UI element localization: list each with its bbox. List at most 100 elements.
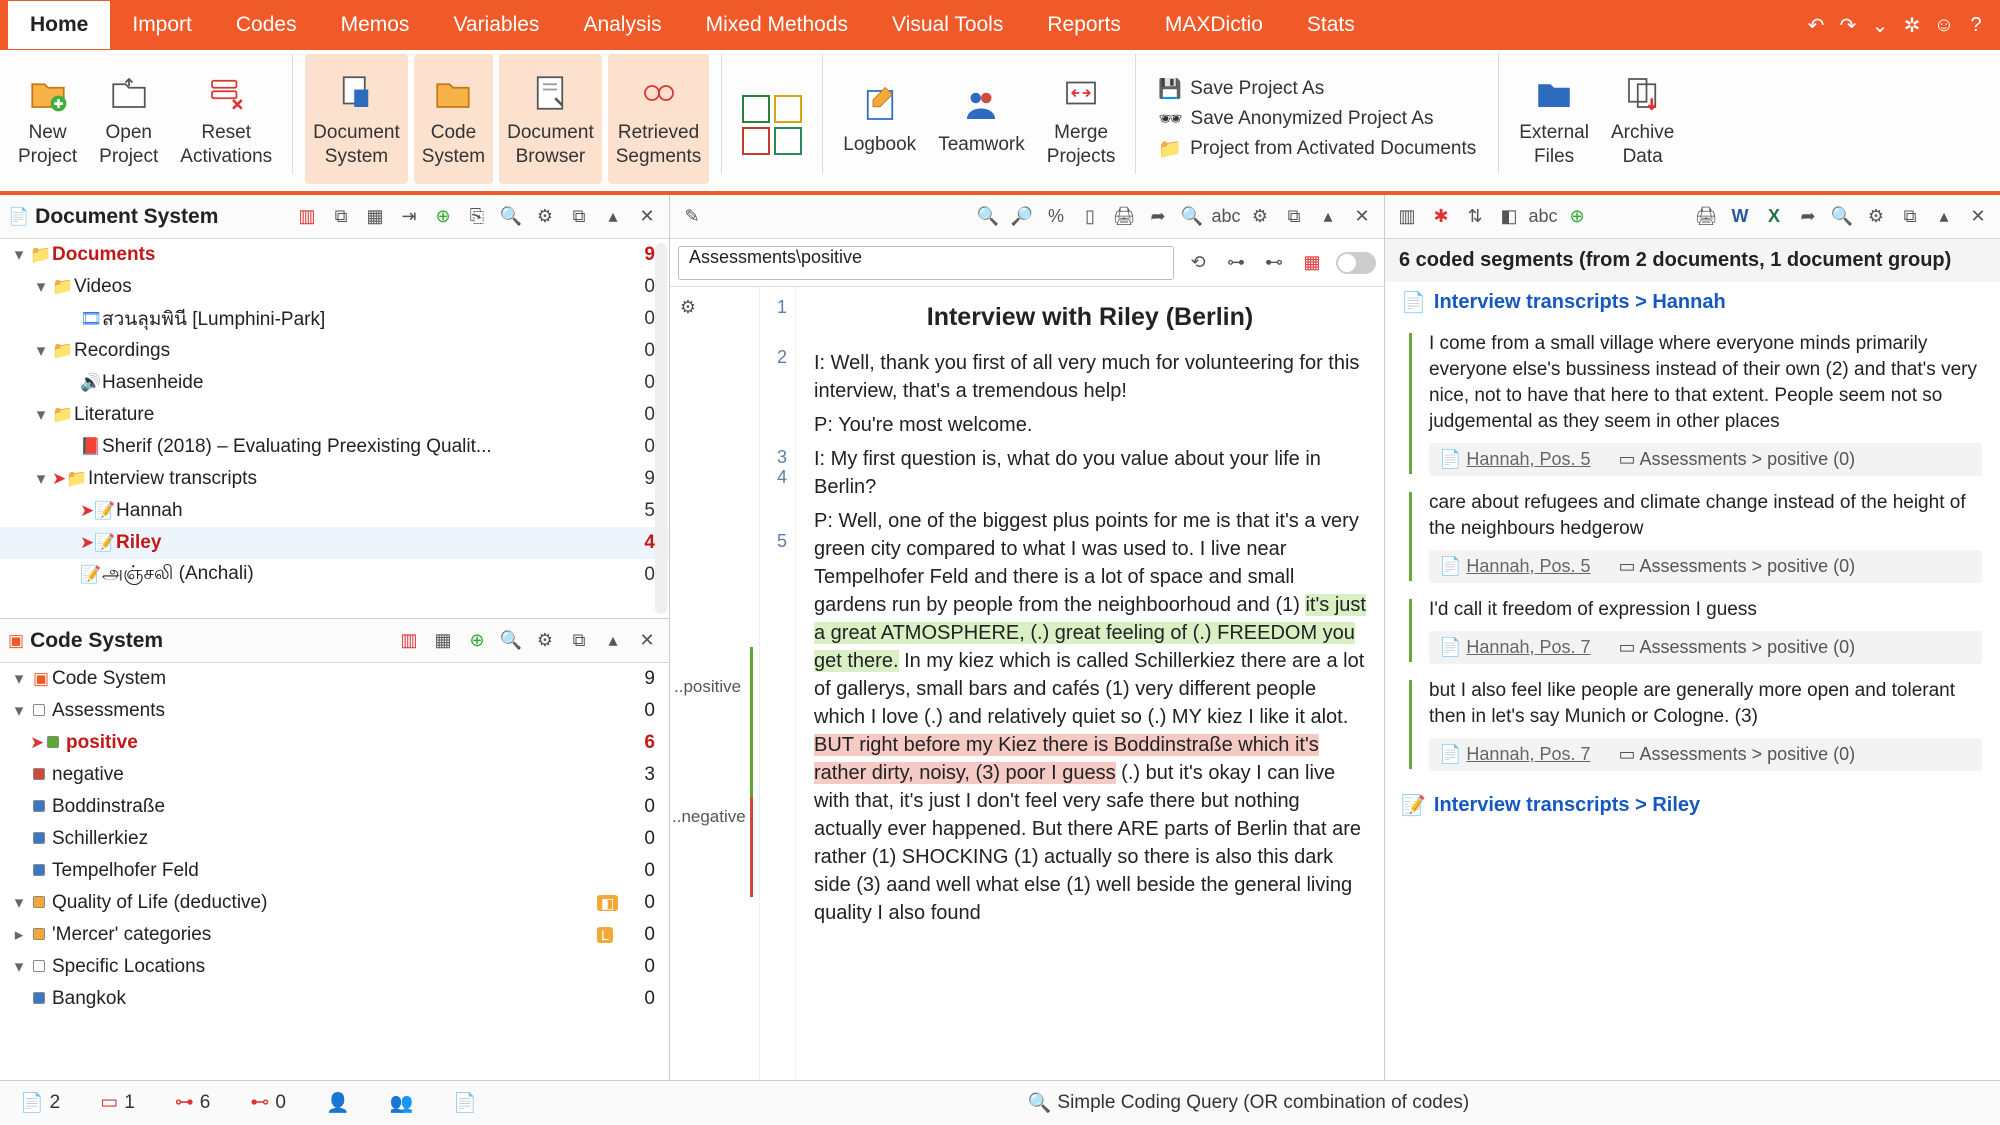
- gear-icon[interactable]: ✲: [1896, 13, 1928, 38]
- retrieved-segment[interactable]: care about refugees and climate change i…: [1429, 490, 1982, 583]
- doc-toolbar-icon[interactable]: ⧉: [327, 203, 355, 231]
- menu-tab-mixed[interactable]: Mixed Methods: [684, 1, 870, 49]
- collapse-icon[interactable]: ▴: [599, 203, 627, 231]
- seg-toolbar-icon[interactable]: ◧: [1495, 203, 1523, 231]
- retrieved-segment[interactable]: I come from a small village where everyo…: [1429, 331, 1982, 476]
- retrieved-segments-list[interactable]: 6 coded segments (from 2 documents, 1 do…: [1385, 239, 2000, 1080]
- document-tree-row[interactable]: 📕Sherif (2018) – Evaluating Preexisting …: [0, 431, 669, 463]
- status-query[interactable]: 🔍Simple Coding Query (OR combination of …: [1028, 1091, 1470, 1115]
- code-tree-row[interactable]: Tempelhofer Feld0: [0, 855, 669, 887]
- scrollbar[interactable]: [655, 243, 667, 614]
- document-tree-row[interactable]: ▾📁Videos0: [0, 271, 669, 303]
- print-icon[interactable]: 🖨: [1692, 203, 1720, 231]
- menu-tab-visual[interactable]: Visual Tools: [870, 1, 1025, 49]
- document-browser-button[interactable]: DocumentBrowser: [499, 54, 602, 184]
- save-anonymized-button[interactable]: 🕶Save Anonymized Project As: [1158, 107, 1476, 131]
- menu-tab-stats[interactable]: Stats: [1285, 1, 1377, 49]
- code-tree-row[interactable]: ▾Quality of Life (deductive)◧0: [0, 887, 669, 919]
- code-tool-icon[interactable]: ⟲: [1184, 249, 1212, 277]
- retrieved-segment[interactable]: but I also feel like people are generall…: [1429, 678, 1982, 771]
- open-project-button[interactable]: OpenProject: [91, 54, 166, 184]
- document-content[interactable]: ⚙ ..positive ..negative 1 2 3 4 5 Interv…: [670, 287, 1384, 1080]
- code-toolbar-icon[interactable]: ▥: [395, 627, 423, 655]
- code-tree-row[interactable]: negative3: [0, 759, 669, 791]
- code-tree-row[interactable]: ➤positive6: [0, 727, 669, 759]
- print-icon[interactable]: 🖨: [1110, 203, 1138, 231]
- undock-icon[interactable]: ⧉: [565, 203, 593, 231]
- close-icon[interactable]: ✕: [1964, 203, 1992, 231]
- zoom-icon[interactable]: 🔎: [1008, 203, 1036, 231]
- menu-tab-import[interactable]: Import: [110, 1, 214, 49]
- menu-tab-codes[interactable]: Codes: [214, 1, 319, 49]
- merge-projects-button[interactable]: MergeProjects: [1039, 54, 1124, 184]
- document-text[interactable]: Interview with Riley (Berlin) I: Well, t…: [796, 287, 1384, 1080]
- code-tool-icon[interactable]: ⊶: [1222, 249, 1250, 277]
- code-label-negative[interactable]: ..negative: [672, 807, 746, 827]
- menu-tab-reports[interactable]: Reports: [1025, 1, 1143, 49]
- retrieved-segments-button[interactable]: RetrievedSegments: [608, 54, 710, 184]
- reset-activations-button[interactable]: ResetActivations: [172, 54, 280, 184]
- close-icon[interactable]: ✕: [633, 627, 661, 655]
- code-tree-row[interactable]: ▾Assessments0: [0, 695, 669, 727]
- doc-toolbar-icon[interactable]: ⎘: [463, 203, 491, 231]
- seg-toolbar-icon[interactable]: ⇅: [1461, 203, 1489, 231]
- document-tree-row[interactable]: ▾📁Documents9: [0, 239, 669, 271]
- menu-tab-variables[interactable]: Variables: [431, 1, 561, 49]
- gear-icon[interactable]: ⚙: [674, 293, 702, 321]
- collapse-icon[interactable]: ▴: [599, 627, 627, 655]
- retrieved-segment[interactable]: I'd call it freedom of expression I gues…: [1429, 597, 1982, 664]
- document-tree-row[interactable]: ➤📝Hannah5: [0, 495, 669, 527]
- document-tree-row[interactable]: ▾📁Recordings0: [0, 335, 669, 367]
- search-icon[interactable]: 🔍: [1828, 203, 1856, 231]
- export-icon[interactable]: ➦: [1144, 203, 1172, 231]
- percent-icon[interactable]: %: [1042, 203, 1070, 231]
- smile-icon[interactable]: ☺: [1928, 14, 1960, 37]
- code-toolbar-icon[interactable]: ▦: [429, 627, 457, 655]
- collapse-icon[interactable]: ▴: [1314, 203, 1342, 231]
- magnify-icon[interactable]: 🔍: [1178, 203, 1206, 231]
- code-system-button[interactable]: CodeSystem: [414, 54, 493, 184]
- seg-toolbar-icon[interactable]: ▥: [1393, 203, 1421, 231]
- close-icon[interactable]: ✕: [633, 203, 661, 231]
- code-tree-row[interactable]: ▾Specific Locations0: [0, 951, 669, 983]
- status-team-icon[interactable]: 👥: [390, 1091, 414, 1115]
- document-tree[interactable]: ▾📁Documents9▾📁Videos0🎞สวนลุมพินี [Lumphi…: [0, 239, 669, 619]
- status-doc-icon[interactable]: 📄: [453, 1091, 477, 1115]
- excel-icon[interactable]: X: [1760, 203, 1788, 231]
- seg-toolbar-icon[interactable]: ⊕: [1563, 203, 1591, 231]
- document-tree-row[interactable]: 🔊Hasenheide0: [0, 367, 669, 399]
- segment-group-header[interactable]: 📝Interview transcripts > Riley: [1385, 785, 2000, 826]
- document-system-button[interactable]: DocumentSystem: [305, 54, 408, 184]
- edit-icon[interactable]: ✎: [678, 203, 706, 231]
- document-tree-row[interactable]: ▾➤📁Interview transcripts9: [0, 463, 669, 495]
- document-tree-row[interactable]: ➤📝Riley4: [0, 527, 669, 559]
- teamwork-button[interactable]: Teamwork: [930, 54, 1033, 184]
- segment-group-header[interactable]: 📄Interview transcripts > Hannah: [1385, 282, 2000, 323]
- gear-icon[interactable]: ⚙: [1246, 203, 1274, 231]
- menu-tab-memos[interactable]: Memos: [319, 1, 432, 49]
- code-path-combo[interactable]: Assessments\positive: [678, 246, 1174, 280]
- export-icon[interactable]: ➦: [1794, 203, 1822, 231]
- spellcheck-icon[interactable]: abc: [1212, 203, 1240, 231]
- toggle-switch[interactable]: [1336, 252, 1376, 274]
- code-bar-positive[interactable]: [750, 647, 753, 797]
- document-tree-row[interactable]: 📝அஞ்சலி (Anchali)0: [0, 559, 669, 591]
- project-from-activated-button[interactable]: 📁Project from Activated Documents: [1158, 137, 1476, 161]
- doc-toolbar-icon[interactable]: ▦: [361, 203, 389, 231]
- document-tree-row[interactable]: ▾📁Literature0: [0, 399, 669, 431]
- doc-toolbar-icon[interactable]: ⇥: [395, 203, 423, 231]
- code-toolbar-icon[interactable]: ⊕: [463, 627, 491, 655]
- search-icon[interactable]: 🔍: [497, 627, 525, 655]
- doc-toolbar-icon[interactable]: ▥: [293, 203, 321, 231]
- status-user-icon[interactable]: 👤: [326, 1091, 350, 1115]
- search-icon[interactable]: 🔍: [974, 203, 1002, 231]
- code-label-positive[interactable]: ..positive: [674, 677, 741, 697]
- gear-icon[interactable]: ⚙: [531, 627, 559, 655]
- code-tree-row[interactable]: ▸'Mercer' categoriesL0: [0, 919, 669, 951]
- code-tree-row[interactable]: Schillerkiez0: [0, 823, 669, 855]
- gear-icon[interactable]: ⚙: [1862, 203, 1890, 231]
- undock-icon[interactable]: ⧉: [1896, 203, 1924, 231]
- redo-icon[interactable]: ↷: [1832, 13, 1864, 38]
- menu-tab-analysis[interactable]: Analysis: [561, 1, 683, 49]
- collapse-icon[interactable]: ▴: [1930, 203, 1958, 231]
